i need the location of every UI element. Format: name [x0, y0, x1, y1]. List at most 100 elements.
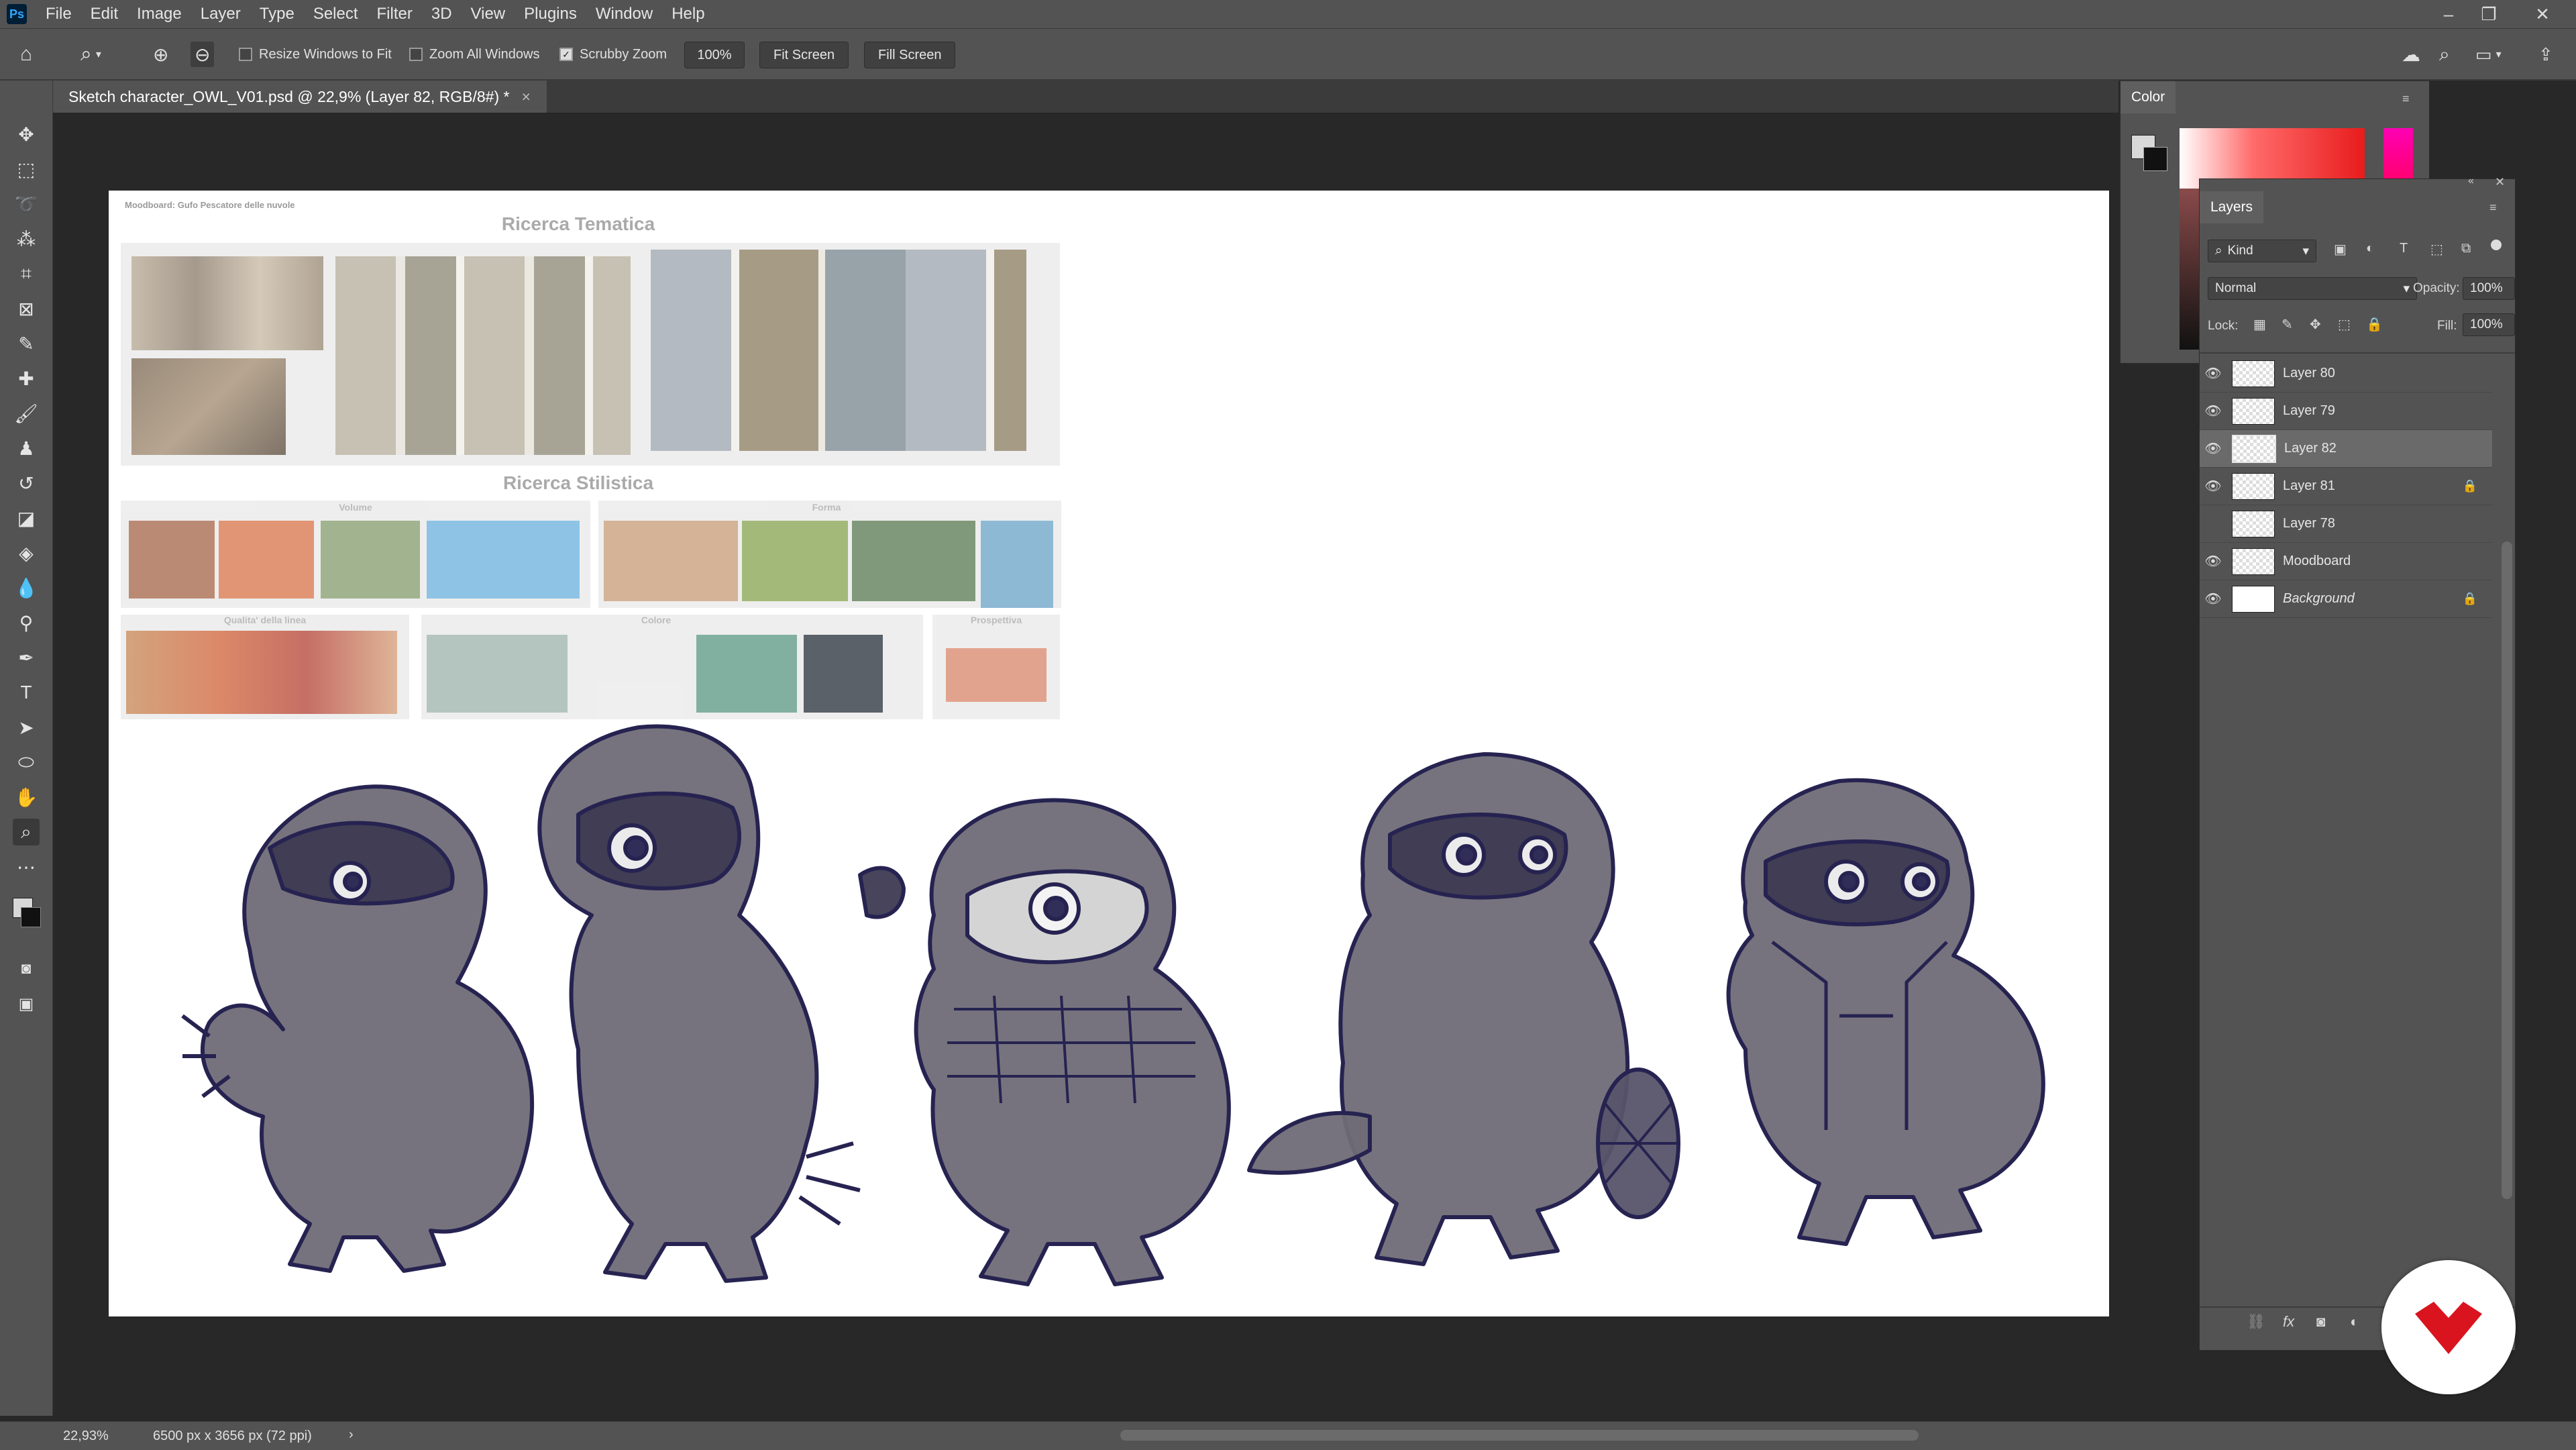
- fx-icon[interactable]: fx: [2283, 1313, 2294, 1331]
- zoom-all-windows-checkbox[interactable]: Zoom All Windows: [409, 42, 540, 67]
- collapse-panel-icon[interactable]: «: [2468, 175, 2474, 187]
- close-panel-icon[interactable]: ✕: [2495, 175, 2505, 189]
- document-canvas[interactable]: Moodboard: Gufo Pescatore delle nuvole R…: [109, 191, 2109, 1316]
- lock-position-icon[interactable]: ✥: [2310, 316, 2321, 333]
- frame-tool-icon[interactable]: ⊠: [13, 295, 40, 322]
- quick-mask-icon[interactable]: ◙: [13, 955, 40, 982]
- fill-screen-button[interactable]: Fill Screen: [864, 42, 956, 68]
- menu-select[interactable]: Select: [313, 5, 358, 23]
- document-tab[interactable]: Sketch character_OWL_V01.psd @ 22,9% (La…: [52, 81, 547, 113]
- filter-pixel-icon[interactable]: ▣: [2334, 241, 2347, 258]
- menu-window[interactable]: Window: [596, 5, 653, 23]
- more-tools-icon[interactable]: ⋯: [13, 853, 40, 880]
- zoom-out-icon[interactable]: ⊖: [191, 42, 215, 67]
- fill-input[interactable]: 100%: [2463, 313, 2515, 336]
- visibility-eye-icon[interactable]: 👁: [2200, 468, 2226, 505]
- layers-panel-menu-icon[interactable]: ≡: [2489, 201, 2497, 215]
- visibility-eye-icon[interactable]: 👁: [2200, 393, 2226, 429]
- restore-icon[interactable]: ❐: [2469, 0, 2509, 28]
- zoom-100-button[interactable]: 100%: [684, 42, 745, 68]
- visibility-eye-icon[interactable]: 👁: [2200, 355, 2226, 392]
- filter-shape-icon[interactable]: ⬚: [2430, 241, 2443, 258]
- lock-all-icon[interactable]: 🔒: [2366, 316, 2383, 333]
- zoom-tool-preset-icon[interactable]: ⌕ ▾: [80, 42, 101, 67]
- eraser-tool-icon[interactable]: ◪: [13, 505, 40, 531]
- search-icon[interactable]: ⌕: [2439, 42, 2450, 67]
- close-tab-icon[interactable]: ×: [521, 88, 530, 106]
- scrubby-zoom-checkbox[interactable]: ✓ Scrubby Zoom: [559, 42, 667, 67]
- type-tool-icon[interactable]: T: [13, 679, 40, 706]
- path-selection-tool-icon[interactable]: ➤: [13, 714, 40, 741]
- lasso-tool-icon[interactable]: ➰: [13, 191, 40, 217]
- menu-type[interactable]: Type: [260, 5, 294, 23]
- healing-brush-tool-icon[interactable]: ✚: [13, 365, 40, 392]
- fit-screen-button[interactable]: Fit Screen: [759, 42, 849, 68]
- hand-tool-icon[interactable]: ✋: [13, 784, 40, 811]
- adjustment-layer-icon[interactable]: ◐: [2350, 1313, 2359, 1331]
- menu-filter[interactable]: Filter: [377, 5, 413, 23]
- zoom-in-icon[interactable]: ⊕: [153, 42, 168, 67]
- dodge-tool-icon[interactable]: ⚲: [13, 609, 40, 636]
- menu-view[interactable]: View: [471, 5, 506, 23]
- visibility-eye-icon[interactable]: 👁: [2200, 430, 2226, 467]
- move-tool-icon[interactable]: ✥: [13, 121, 40, 148]
- color-panel-menu-icon[interactable]: ≡: [2402, 92, 2410, 106]
- filter-type-icon[interactable]: T: [2400, 241, 2408, 256]
- cloud-docs-icon[interactable]: ☁: [2402, 42, 2420, 67]
- lock-artboard-icon[interactable]: ⬚: [2338, 316, 2351, 333]
- visibility-eye-icon[interactable]: 👁: [2200, 543, 2226, 580]
- layer-row-layer-78[interactable]: Layer 78: [2200, 505, 2492, 543]
- eyedropper-tool-icon[interactable]: ✎: [13, 330, 40, 357]
- status-arrow-icon[interactable]: ›: [349, 1427, 354, 1443]
- horizontal-scrollbar[interactable]: [1120, 1430, 1919, 1441]
- workspace-icon[interactable]: ▭ ▾: [2475, 42, 2502, 67]
- zoom-all-box[interactable]: [409, 48, 423, 61]
- menu-help[interactable]: Help: [672, 5, 704, 23]
- layer-row-layer-80[interactable]: 👁 Layer 80: [2200, 355, 2492, 393]
- background-color-swatch[interactable]: [2143, 147, 2167, 171]
- zoom-level-readout[interactable]: 22,93%: [63, 1429, 109, 1444]
- menu-file[interactable]: File: [46, 5, 72, 23]
- resize-windows-checkbox[interactable]: Resize Windows to Fit: [239, 42, 392, 67]
- layer-row-moodboard[interactable]: 👁 Moodboard: [2200, 543, 2492, 580]
- layers-panel-tab[interactable]: Layers: [2200, 191, 2264, 223]
- screen-mode-icon[interactable]: ▣: [13, 990, 40, 1017]
- blur-tool-icon[interactable]: 💧: [13, 574, 40, 601]
- lock-pixels-icon[interactable]: ✎: [2282, 316, 2293, 333]
- resize-windows-box[interactable]: [239, 48, 252, 61]
- zoom-tool-icon[interactable]: ⌕: [13, 819, 40, 845]
- crop-tool-icon[interactable]: ⌗: [13, 260, 40, 287]
- home-icon[interactable]: ⌂: [20, 42, 32, 67]
- scrubby-zoom-box[interactable]: ✓: [559, 48, 573, 61]
- shape-tool-icon[interactable]: ⬭: [13, 749, 40, 776]
- layer-row-layer-81[interactable]: 👁 Layer 81 🔒: [2200, 468, 2492, 505]
- stamp-tool-icon[interactable]: ♟: [13, 435, 40, 462]
- visibility-eye-icon[interactable]: 👁: [2200, 580, 2226, 617]
- magic-wand-tool-icon[interactable]: ⁂: [13, 225, 40, 252]
- share-icon[interactable]: ⇪: [2538, 42, 2553, 67]
- menu-plugins[interactable]: Plugins: [524, 5, 577, 23]
- layer-row-background[interactable]: 👁 Background 🔒: [2200, 580, 2492, 618]
- link-layers-icon[interactable]: ⛓: [2247, 1313, 2265, 1331]
- layer-row-layer-79[interactable]: 👁 Layer 79: [2200, 393, 2492, 430]
- close-window-icon[interactable]: ✕: [2522, 0, 2563, 28]
- layer-filter-select[interactable]: ⌕ Kind ▾: [2208, 240, 2316, 262]
- layer-row-layer-82[interactable]: 👁 Layer 82: [2200, 430, 2492, 468]
- blend-mode-select[interactable]: Normal ▾: [2208, 277, 2417, 300]
- history-brush-tool-icon[interactable]: ↺: [13, 470, 40, 497]
- add-mask-icon[interactable]: ◙: [2316, 1313, 2325, 1331]
- color-swatches-icon[interactable]: [13, 892, 41, 933]
- marquee-tool-icon[interactable]: ⬚: [13, 156, 40, 183]
- menu-layer[interactable]: Layer: [201, 5, 241, 23]
- minimize-icon[interactable]: –: [2428, 0, 2469, 28]
- pen-tool-icon[interactable]: ✒: [13, 644, 40, 671]
- lock-transparent-icon[interactable]: ▦: [2253, 316, 2266, 333]
- color-panel-tab[interactable]: Color: [2121, 81, 2176, 113]
- layers-scrollbar[interactable]: [2502, 541, 2512, 1199]
- brush-tool-icon[interactable]: 🖌: [13, 400, 40, 427]
- menu-3d[interactable]: 3D: [431, 5, 452, 23]
- menu-image[interactable]: Image: [137, 5, 182, 23]
- visibility-off-icon[interactable]: [2200, 505, 2226, 542]
- opacity-input[interactable]: 100%: [2463, 277, 2515, 300]
- paint-bucket-tool-icon[interactable]: ◈: [13, 539, 40, 566]
